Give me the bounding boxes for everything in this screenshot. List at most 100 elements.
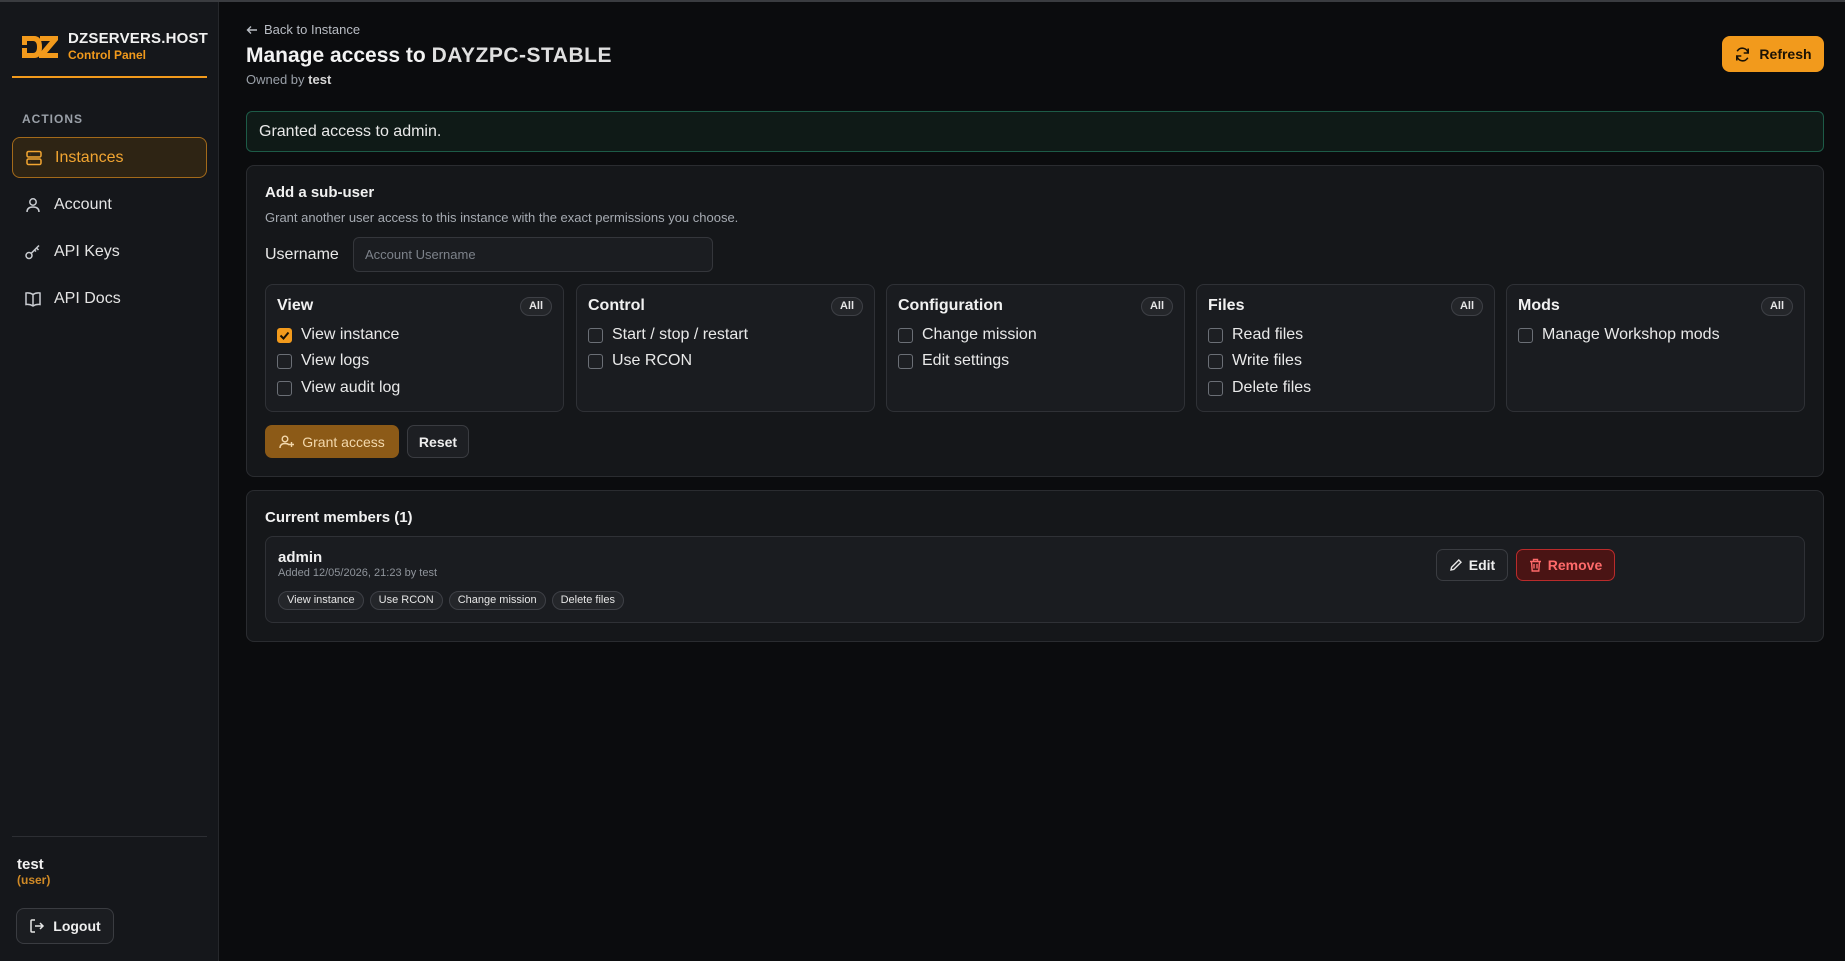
- permission-tag: Delete files: [551, 591, 624, 610]
- perm-group-title: Files: [1208, 297, 1245, 314]
- perm-manage-workshop-mods[interactable]: Manage Workshop mods: [1518, 326, 1720, 344]
- remove-member-button[interactable]: Remove: [1516, 549, 1615, 581]
- checkbox[interactable]: [1208, 353, 1223, 369]
- sidebar-divider: [12, 836, 207, 837]
- sidebar-item-api-docs[interactable]: API Docs: [12, 278, 207, 319]
- permission-tag: View instance: [278, 591, 364, 610]
- edit-member-button[interactable]: Edit: [1436, 549, 1508, 581]
- member-row: admin Added 12/05/2026, 21:23 by test Vi…: [265, 536, 1805, 623]
- perm-label: View logs: [301, 352, 370, 369]
- owner-name: test: [308, 72, 332, 87]
- perm-label: Change mission: [922, 326, 1037, 343]
- trash-icon: [1529, 558, 1541, 572]
- sidebar-item-label: Instances: [55, 148, 124, 166]
- top-border: [0, 0, 1845, 2]
- perm-read-files[interactable]: Read files: [1208, 326, 1303, 344]
- sidebar-section-label: ACTIONS: [22, 112, 83, 126]
- user-icon: [26, 197, 40, 212]
- checkbox[interactable]: [1208, 327, 1223, 343]
- select-all-configuration-button[interactable]: All: [1140, 297, 1173, 316]
- member-added-info: Added 12/05/2026, 21:23 by test: [278, 567, 438, 579]
- server-icon: [26, 150, 42, 165]
- perm-label: Read files: [1232, 326, 1304, 343]
- remove-label: Remove: [1547, 557, 1603, 573]
- select-all-view-button[interactable]: All: [519, 297, 552, 316]
- perm-label: Start / stop / restart: [612, 326, 749, 343]
- add-subuser-description: Grant another user access to this instan…: [265, 210, 739, 225]
- perm-group-files: Files All Read files Write files Delete …: [1196, 284, 1495, 412]
- member-permission-tags: View instance Use RCON Change mission De…: [278, 591, 624, 610]
- perm-label: Write files: [1232, 352, 1302, 369]
- sidebar: DZSERVERS.HOST Control Panel ACTIONS Ins…: [0, 2, 219, 961]
- add-subuser-card: Add a sub-user Grant another user access…: [246, 165, 1824, 477]
- logout-icon: [30, 919, 45, 933]
- grant-access-label: Grant access: [302, 433, 385, 450]
- perm-label: Delete files: [1232, 379, 1312, 396]
- checkbox[interactable]: [277, 380, 292, 396]
- checkbox[interactable]: [898, 327, 913, 343]
- members-title: Current members (1): [265, 509, 413, 526]
- brand-subtitle: Control Panel: [68, 48, 147, 62]
- perm-view-instance[interactable]: View instance: [277, 326, 399, 344]
- perm-change-mission[interactable]: Change mission: [898, 326, 1037, 344]
- username-input[interactable]: [353, 237, 713, 272]
- refresh-icon: [1736, 46, 1750, 62]
- perm-start-stop-restart[interactable]: Start / stop / restart: [588, 326, 748, 344]
- perm-group-title: View: [277, 297, 314, 314]
- checkbox[interactable]: [898, 353, 913, 369]
- current-user-role: (user): [17, 873, 51, 887]
- add-subuser-title: Add a sub-user: [265, 184, 375, 201]
- checkbox[interactable]: [277, 353, 292, 369]
- checkbox[interactable]: [1518, 327, 1533, 343]
- permission-tag: Change mission: [448, 591, 546, 610]
- username-label: Username: [265, 246, 339, 263]
- owned-by: Owned by test: [246, 72, 331, 87]
- perm-group-title: Control: [588, 297, 645, 314]
- checkbox[interactable]: [588, 327, 603, 343]
- back-to-instance-link[interactable]: Back to Instance: [246, 22, 360, 37]
- perm-label: Use RCON: [612, 352, 693, 369]
- sidebar-item-instances[interactable]: Instances: [12, 137, 207, 178]
- checkbox[interactable]: [1208, 380, 1223, 396]
- perm-view-audit-log[interactable]: View audit log: [277, 379, 400, 397]
- book-icon: [25, 291, 41, 307]
- perm-group-title: Configuration: [898, 297, 1003, 314]
- select-all-files-button[interactable]: All: [1450, 297, 1483, 316]
- current-members-card: Current members (1) admin Added 12/05/20…: [246, 490, 1824, 642]
- perm-group-mods: Mods All Manage Workshop mods: [1506, 284, 1805, 412]
- perm-label: Manage Workshop mods: [1542, 326, 1720, 343]
- perm-group-title: Mods: [1518, 297, 1560, 314]
- user-plus-icon: [279, 435, 295, 448]
- select-all-control-button[interactable]: All: [830, 297, 863, 316]
- page-title-prefix: Manage access to: [246, 44, 426, 67]
- perm-use-rcon[interactable]: Use RCON: [588, 352, 692, 370]
- checkbox[interactable]: [277, 327, 292, 343]
- check-icon: [279, 331, 290, 340]
- arrow-left-icon: [246, 25, 257, 34]
- back-link-label: Back to Instance: [264, 22, 361, 37]
- instance-name: DAYZPC-STABLE: [431, 44, 612, 67]
- checkbox[interactable]: [588, 353, 603, 369]
- perm-view-logs[interactable]: View logs: [277, 352, 369, 370]
- perm-write-files[interactable]: Write files: [1208, 352, 1302, 370]
- sidebar-item-label: API Docs: [54, 289, 121, 307]
- refresh-button[interactable]: Refresh: [1722, 36, 1824, 72]
- perm-edit-settings[interactable]: Edit settings: [898, 352, 1009, 370]
- reset-button[interactable]: Reset: [407, 425, 469, 458]
- perm-label: Edit settings: [922, 352, 1010, 369]
- sidebar-item-api-keys[interactable]: API Keys: [12, 231, 207, 272]
- perm-group-view: View All View instance View logs View au…: [265, 284, 564, 412]
- grant-access-button[interactable]: Grant access: [265, 425, 399, 458]
- perm-delete-files[interactable]: Delete files: [1208, 379, 1311, 397]
- owned-by-label: Owned by: [246, 72, 305, 87]
- dz-logo-icon: [20, 36, 58, 58]
- brand[interactable]: DZSERVERS.HOST Control Panel: [12, 26, 208, 78]
- logout-button[interactable]: Logout: [16, 908, 114, 944]
- current-user-name: test: [17, 856, 44, 873]
- select-all-mods-button[interactable]: All: [1760, 297, 1793, 316]
- logout-label: Logout: [53, 918, 101, 934]
- success-alert: Granted access to admin.: [246, 111, 1824, 152]
- sidebar-item-account[interactable]: Account: [12, 184, 207, 225]
- sidebar-item-label: Account: [54, 195, 112, 213]
- member-name: admin: [278, 549, 323, 566]
